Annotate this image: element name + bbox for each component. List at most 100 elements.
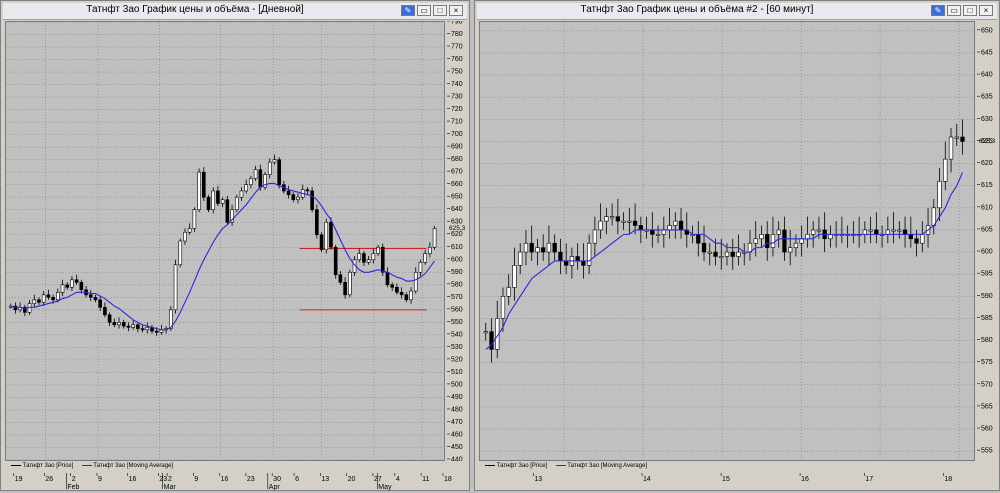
candle bbox=[862, 229, 867, 235]
candle bbox=[98, 299, 103, 308]
candle bbox=[753, 238, 758, 244]
candle bbox=[650, 229, 655, 235]
candle bbox=[592, 229, 598, 244]
right-plot-area[interactable] bbox=[479, 21, 975, 461]
candle bbox=[885, 229, 890, 235]
candle bbox=[655, 234, 661, 236]
candle bbox=[249, 178, 253, 185]
candle bbox=[908, 234, 913, 240]
y-tick-label: 600 bbox=[451, 256, 463, 263]
price-legend-swatch bbox=[485, 464, 495, 466]
minimize-button[interactable]: ▭ bbox=[947, 5, 961, 16]
x-tick-label: 16 bbox=[801, 476, 809, 483]
candle bbox=[145, 327, 150, 331]
candle bbox=[399, 292, 404, 296]
y-tick-label: 770 bbox=[451, 44, 463, 51]
last-price-label: 625,3 bbox=[449, 225, 466, 232]
y-tick-label: 580 bbox=[981, 337, 993, 344]
candle bbox=[239, 190, 244, 198]
right-legend: Татнфт 3ао [Price] Татнфт 3ао [Moving Av… bbox=[485, 463, 647, 469]
y-tick-label: 635 bbox=[981, 94, 993, 101]
candle bbox=[902, 229, 908, 235]
y-tick-label: 600 bbox=[981, 249, 993, 256]
candle bbox=[770, 234, 776, 248]
y-tick-label: 630 bbox=[981, 116, 993, 123]
y-tick-label: 575 bbox=[981, 359, 993, 366]
right-window-titlebar[interactable]: Татнфт 3ао График цены и объёма #2 - [60… bbox=[477, 3, 997, 20]
y-tick-label: 590 bbox=[981, 293, 993, 300]
y-tick-label: 500 bbox=[451, 381, 463, 388]
x-tick-label: 30 bbox=[273, 476, 281, 483]
y-tick-label: 510 bbox=[451, 369, 463, 376]
candle bbox=[173, 264, 178, 311]
candle bbox=[558, 251, 563, 262]
y-tick-label: 550 bbox=[451, 319, 463, 326]
candle bbox=[244, 184, 249, 192]
y-tick-label: 540 bbox=[451, 331, 463, 338]
y-tick-label: 620 bbox=[451, 231, 463, 238]
candle bbox=[88, 294, 93, 298]
y-tick-label: 640 bbox=[451, 206, 463, 213]
candle bbox=[343, 281, 347, 296]
candle bbox=[418, 261, 423, 273]
candle bbox=[759, 234, 764, 240]
right-chart-window: Татнфт 3ао График цены и объёма #2 - [60… bbox=[474, 0, 1000, 491]
candle bbox=[51, 297, 55, 301]
candle bbox=[376, 246, 380, 254]
candle bbox=[937, 180, 942, 209]
candle bbox=[782, 229, 787, 253]
candle bbox=[46, 294, 51, 298]
candle bbox=[225, 199, 230, 223]
candle bbox=[310, 190, 314, 211]
candle bbox=[93, 297, 98, 301]
pin-icon[interactable]: ✎ bbox=[931, 5, 945, 16]
candle bbox=[914, 238, 919, 244]
candle bbox=[131, 324, 135, 328]
candle bbox=[707, 251, 712, 254]
x-tick-label: 20 bbox=[348, 476, 356, 483]
candle bbox=[793, 242, 799, 248]
candle bbox=[183, 231, 187, 242]
y-tick-label: 650 bbox=[451, 194, 463, 201]
candle bbox=[37, 299, 41, 303]
y-tick-label: 450 bbox=[451, 444, 463, 451]
y-tick-label: 580 bbox=[451, 281, 463, 288]
y-tick-label: 790 bbox=[451, 21, 463, 26]
y-tick-label: 520 bbox=[451, 356, 463, 363]
maximize-button[interactable]: □ bbox=[433, 5, 447, 16]
x-tick-label: 13 bbox=[534, 476, 542, 483]
maximize-button[interactable]: □ bbox=[963, 5, 977, 16]
left-window-title: Татнфт 3ао График цены и объёма - [Дневн… bbox=[86, 4, 304, 15]
y-tick-label: 690 bbox=[451, 144, 463, 151]
candle bbox=[564, 260, 569, 266]
y-tick-label: 560 bbox=[981, 426, 993, 433]
candle bbox=[788, 247, 793, 253]
candle bbox=[211, 190, 216, 211]
close-button[interactable]: × bbox=[979, 5, 993, 16]
candle bbox=[604, 216, 609, 222]
minimize-button[interactable]: ▭ bbox=[417, 5, 431, 16]
x-tick-label: 18 bbox=[944, 476, 952, 483]
y-tick-label: 555 bbox=[981, 448, 993, 455]
close-button[interactable]: × bbox=[449, 5, 463, 16]
left-plot-area[interactable] bbox=[5, 21, 445, 461]
y-tick-label: 605 bbox=[981, 226, 993, 233]
candle bbox=[286, 190, 291, 195]
candle bbox=[724, 251, 730, 257]
x-tick-label: 16 bbox=[129, 476, 137, 483]
candle bbox=[489, 331, 494, 350]
ma-legend-swatch bbox=[81, 464, 92, 466]
y-tick-label: 710 bbox=[451, 119, 463, 126]
right-chart-svg bbox=[480, 22, 974, 460]
y-tick-label: 460 bbox=[451, 431, 463, 438]
pin-icon[interactable]: ✎ bbox=[401, 5, 415, 16]
y-tick-label: 440 bbox=[451, 457, 463, 462]
candle bbox=[552, 242, 557, 253]
candle bbox=[609, 216, 615, 219]
candle bbox=[409, 290, 413, 301]
candle bbox=[41, 294, 46, 303]
y-tick-label: 620 bbox=[981, 160, 993, 167]
right-legend-ma: Татнфт 3ао [Moving Average] bbox=[567, 463, 648, 469]
left-window-titlebar[interactable]: Татнфт 3ао График цены и объёма - [Дневн… bbox=[3, 3, 467, 20]
candle bbox=[385, 271, 390, 286]
